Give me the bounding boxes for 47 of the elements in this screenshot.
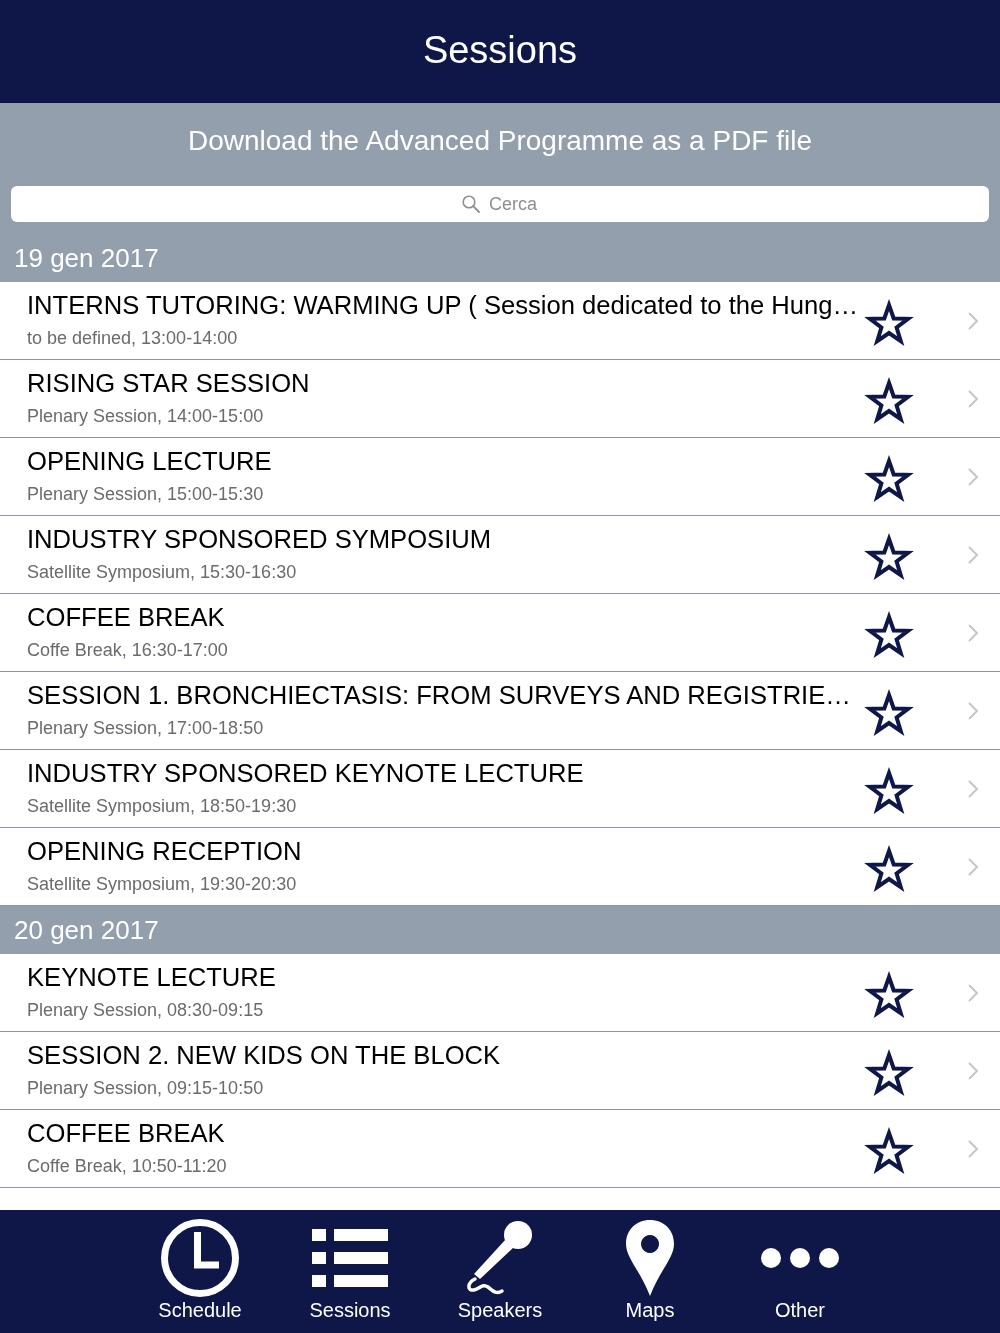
chevron-icon — [967, 778, 979, 799]
chevron-icon — [967, 544, 979, 565]
map-pin-icon — [624, 1218, 676, 1298]
search-field[interactable]: Cerca — [11, 186, 989, 222]
session-title: OPENING RECEPTION — [27, 836, 303, 866]
section-date: 19 gen 2017 — [14, 245, 159, 271]
session-title: RISING STAR SESSION — [27, 368, 311, 398]
session-title: SESSION 1. BRONCHIECTASIS: FROM SURVEYS AND REGISTRIE… — [27, 680, 852, 710]
chevron-icon — [967, 388, 979, 409]
chevron-icon — [967, 466, 979, 487]
tab-button[interactable]: Speakers — [425, 1218, 575, 1330]
clock-icon — [160, 1218, 240, 1298]
session-details: Plenary Session, 15:00-15:30 — [27, 483, 265, 505]
session-title: INDUSTRY SPONSORED SYMPOSIUM — [27, 524, 493, 554]
chevron-icon — [967, 700, 979, 721]
chevron-icon — [967, 982, 979, 1003]
chevron-icon — [967, 310, 979, 331]
session-title: SESSION 2. NEW KIDS ON THE BLOCK — [27, 1040, 502, 1070]
more-icon — [760, 1247, 840, 1269]
tab-button[interactable]: Sessions — [275, 1218, 425, 1330]
session-title: COFFEE BREAK — [27, 1118, 226, 1148]
session-details: Plenary Session, 14:00-15:00 — [27, 405, 265, 427]
list-icon — [310, 1228, 390, 1288]
session-title: KEYNOTE LECTURE — [27, 962, 277, 992]
session-title: OPENING LECTURE — [27, 446, 273, 476]
chevron-icon — [967, 1060, 979, 1081]
session-details: Satellite Symposium, 18:50-19:30 — [27, 795, 298, 817]
session-title: COFFEE BREAK — [27, 602, 226, 632]
tab-button[interactable]: Other — [725, 1218, 875, 1330]
search-icon — [462, 195, 480, 213]
session-details: Plenary Session, 17:00-18:50 — [27, 717, 265, 739]
chevron-icon — [967, 622, 979, 643]
session-details: to be defined, 13:00-14:00 — [27, 327, 239, 349]
chevron-icon — [967, 856, 979, 877]
session-title: INTERNS TUTORING: WARMING UP ( Session dedicated to the Hung… — [27, 290, 860, 320]
session-title: INDUSTRY SPONSORED KEYNOTE LECTURE — [27, 758, 585, 788]
chevron-icon — [967, 1138, 979, 1159]
tab-button[interactable]: Maps — [575, 1218, 725, 1330]
session-details: Coffe Break, 16:30-17:00 — [27, 639, 229, 661]
section-date: 20 gen 2017 — [14, 917, 159, 943]
session-details: Plenary Session, 09:15-10:50 — [27, 1077, 265, 1099]
tab-button[interactable]: Schedule — [125, 1218, 275, 1330]
session-details: Plenary Session, 08:30-09:15 — [27, 999, 265, 1021]
session-details: Coffe Break, 10:50-11:20 — [27, 1155, 228, 1177]
screen-title: Sessions — [422, 30, 578, 73]
session-details: Satellite Symposium, 19:30-20:30 — [27, 873, 298, 895]
session-details: Satellite Symposium, 15:30-16:30 — [27, 561, 298, 583]
